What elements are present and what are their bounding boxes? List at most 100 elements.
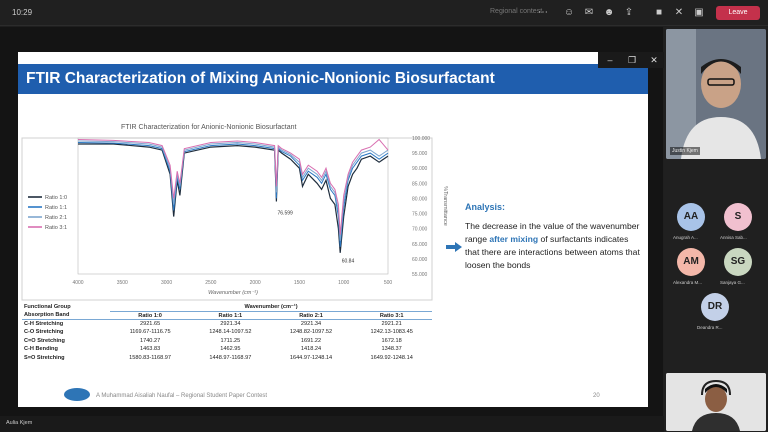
table-cell: 2921.21 xyxy=(381,321,402,328)
participant-avatar[interactable]: SG xyxy=(724,248,752,276)
table-cell-group: C-H Bending xyxy=(24,346,58,353)
y-tick-label: 65.000 xyxy=(412,242,428,248)
chat-icon[interactable]: ✉ xyxy=(582,6,596,20)
share-icon[interactable]: ⇪ xyxy=(622,6,636,20)
table-cell: 1242.13-1083.45 xyxy=(370,329,413,336)
table-cell: 1348.37 xyxy=(381,346,402,353)
wavenumber-table: Functional Group Wavenumber (cm⁻¹) Absor… xyxy=(22,303,432,362)
leave-button[interactable]: Leave xyxy=(716,6,760,20)
mic-off-icon[interactable]: ✕ xyxy=(672,6,686,20)
table-cell: 1691.22 xyxy=(300,337,322,344)
meeting-title: Regional contest xyxy=(490,8,543,15)
y-tick-label: 80.000 xyxy=(412,196,428,202)
table-cell: 1580.83-1168.97 xyxy=(129,354,172,361)
table-cell: 1248.82-1097.52 xyxy=(289,329,333,336)
table-cell: 1169.67-1116.75 xyxy=(129,329,171,336)
self-video-tile[interactable] xyxy=(666,373,766,431)
more-icon[interactable]: ⋯ xyxy=(536,6,550,20)
reactions-icon[interactable]: ☻ xyxy=(602,6,616,20)
x-tick-label: 2000 xyxy=(250,280,261,286)
analysis-text: The decrease in the value of the wavenum… xyxy=(465,220,640,272)
participant-avatar[interactable]: AM xyxy=(677,248,705,276)
series-line xyxy=(77,140,389,241)
peak-annotation: 76.599 xyxy=(278,211,294,217)
legend-label: Ratio 1:0 xyxy=(45,195,67,201)
y-tick-label: 75.000 xyxy=(412,212,428,218)
participant-avatar[interactable]: DR xyxy=(701,293,729,321)
x-tick-label: 1000 xyxy=(338,280,349,286)
y-axis-label: %Transmittance xyxy=(442,186,448,226)
y-tick-label: 70.000 xyxy=(412,227,428,233)
meeting-timer: 10:29 xyxy=(12,8,33,17)
speaker-video-tile[interactable]: Justin Kjem xyxy=(666,29,766,159)
table-cell-group: C-O Stretching xyxy=(24,329,64,336)
participant-name: Alexandra M... xyxy=(673,280,703,285)
table-col-header: Ratio 1:0 xyxy=(110,311,191,321)
arrow-right-icon xyxy=(446,242,462,252)
table-row: C=O Stretching 1740.27 1711.25 1691.22 1… xyxy=(22,337,432,345)
table-row: C-O Stretching 1169.67-1116.75 1248.14-1… xyxy=(22,328,432,336)
x-tick-label: 1500 xyxy=(294,280,305,286)
table-row: C-H Bending 1463.83 1462.95 1418.24 1348… xyxy=(22,345,432,353)
analysis-heading: Analysis: xyxy=(465,202,506,212)
legend-label: Ratio 2:1 xyxy=(45,215,67,221)
table-cell: 1649.92-1248.14 xyxy=(370,354,413,361)
y-tick-label: 85.000 xyxy=(412,181,428,187)
analysis-highlight: after mixing xyxy=(489,234,539,244)
series-line xyxy=(77,138,389,235)
table-cell: 1448.97-1168.97 xyxy=(209,354,252,361)
x-tick-label: 4000 xyxy=(72,280,83,286)
chart-frame xyxy=(21,137,433,301)
table-header-group: Functional Group xyxy=(24,304,71,311)
x-tick-label: 3500 xyxy=(117,280,128,286)
speaker-video-icon xyxy=(666,29,766,159)
table-cell: 1672.18 xyxy=(381,337,402,344)
table-subheader-row: Absorption Band Ratio 1:0 Ratio 1:1 Rati… xyxy=(22,311,432,321)
camera-icon[interactable]: ■ xyxy=(652,6,666,20)
slide-page-number: 20 xyxy=(593,393,600,399)
legend-label: Ratio 3:1 xyxy=(45,225,67,231)
restore-icon[interactable]: ❐ xyxy=(626,54,638,66)
y-tick-label: 55.000 xyxy=(412,272,428,278)
table-cell: 2921.65 xyxy=(139,321,161,328)
self-name: Aulia Kjem xyxy=(6,420,33,426)
table-cell: 1644.97-1248.14 xyxy=(289,354,333,361)
y-tick-label: 90.000 xyxy=(412,166,428,172)
contest-logo xyxy=(64,388,90,401)
table-col-header: Ratio 2:1 xyxy=(270,311,352,321)
x-axis-label: Wavenumber (cm⁻¹) xyxy=(208,290,258,296)
close-icon[interactable]: ✕ xyxy=(648,54,660,66)
peak-annotation: 60.84 xyxy=(342,258,355,264)
table-cell: 1418.24 xyxy=(300,346,322,353)
table-cell: 2921.34 xyxy=(300,321,322,328)
self-video-icon xyxy=(666,373,766,431)
table-header-row: Functional Group Wavenumber (cm⁻¹) xyxy=(22,303,432,312)
y-tick-label: 95.000 xyxy=(412,151,428,157)
legend-label: Ratio 1:1 xyxy=(45,205,67,211)
participant-name: Sanjaya G... xyxy=(720,280,745,285)
shared-window-controls: – ❐ ✕ xyxy=(598,52,664,68)
table-col-header: Ratio 3:1 xyxy=(351,311,432,321)
plot-area xyxy=(77,137,389,275)
table-cell: 1463.83 xyxy=(139,346,161,353)
participant-name: Anugrah A... xyxy=(673,235,698,240)
share-screen-icon[interactable]: ▣ xyxy=(692,6,706,20)
x-tick-label: 500 xyxy=(384,280,393,286)
x-tick-label: 3000 xyxy=(161,280,172,286)
slide-footer: A Muhammad Aisaliah Naufal – Regional St… xyxy=(96,393,268,399)
participant-name: Annisa Sab... xyxy=(720,235,747,240)
participant-avatar[interactable]: AA xyxy=(677,203,705,231)
y-tick-label: 100.000 xyxy=(412,136,430,142)
people-icon[interactable]: ☺ xyxy=(562,6,576,20)
table-header-band: Absorption Band xyxy=(22,311,111,321)
table-cell-group: S=O Stretching xyxy=(24,354,65,361)
minimize-icon[interactable]: – xyxy=(604,54,616,66)
bottom-status-bar: Aulia Kjem xyxy=(0,416,664,432)
table-cell: 1248.14-1097.52 xyxy=(209,329,252,336)
participant-avatar[interactable]: S xyxy=(724,203,752,231)
table-cell: 1711.25 xyxy=(220,337,241,344)
table-cell: 2921.34 xyxy=(220,321,241,328)
table-col-header: Ratio 1:1 xyxy=(190,311,271,321)
y-tick-label: 60.000 xyxy=(412,257,428,263)
table-cell: 1740.27 xyxy=(139,337,161,344)
